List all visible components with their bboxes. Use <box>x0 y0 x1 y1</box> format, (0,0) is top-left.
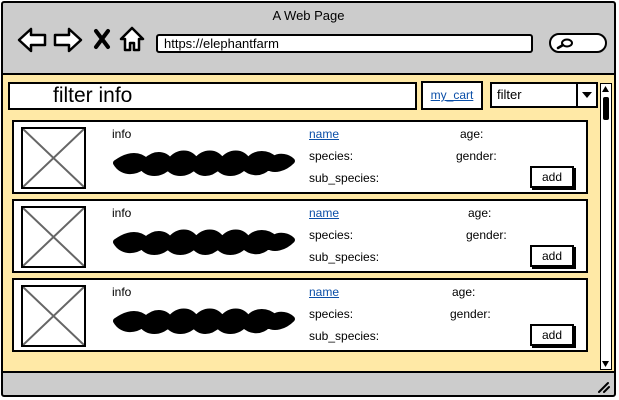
scribble-text-placeholder <box>113 229 295 255</box>
back-arrow-icon[interactable] <box>17 27 47 53</box>
resize-handle-icon[interactable] <box>597 381 611 393</box>
list-item: info name species: sub_species: age: gen… <box>12 199 588 273</box>
add-button[interactable]: add <box>530 166 574 188</box>
scroll-down-icon[interactable] <box>601 359 610 369</box>
list-item: info name species: sub_species: age: gen… <box>12 278 588 352</box>
search-icon <box>556 38 573 50</box>
add-button[interactable]: add <box>530 324 574 346</box>
scribble-text-placeholder <box>113 150 295 176</box>
image-placeholder <box>21 285 86 347</box>
browser-search[interactable] <box>549 33 607 53</box>
scroll-up-icon[interactable] <box>601 84 610 94</box>
forward-arrow-icon[interactable] <box>53 27 83 53</box>
address-bar[interactable]: https://elephantfarm <box>156 34 533 53</box>
subspecies-label: sub_species: <box>309 329 380 343</box>
scroll-thumb[interactable] <box>603 97 609 120</box>
info-label: info <box>112 127 132 141</box>
vertical-scrollbar[interactable] <box>600 83 612 370</box>
name-link[interactable]: name <box>309 206 339 220</box>
image-placeholder <box>21 127 86 189</box>
filter-dropdown[interactable]: filter <box>490 82 598 108</box>
list-item: info name species: sub_species: age: gen… <box>12 120 588 194</box>
page-content: filter info my_cart filter info name spe… <box>3 73 614 373</box>
name-link[interactable]: name <box>309 285 339 299</box>
species-label: species: <box>309 149 354 163</box>
scribble-text-placeholder <box>113 308 295 334</box>
subspecies-label: sub_species: <box>309 171 380 185</box>
age-label: age: <box>468 206 492 220</box>
add-button[interactable]: add <box>530 245 574 267</box>
gender-label: gender: <box>466 228 507 242</box>
filter-input[interactable]: filter info <box>8 82 417 110</box>
close-icon[interactable] <box>93 28 111 50</box>
window-title: A Web Page <box>272 8 345 23</box>
chevron-down-icon <box>576 84 596 106</box>
image-placeholder <box>21 206 86 268</box>
gender-label: gender: <box>456 149 497 163</box>
name-link[interactable]: name <box>309 127 339 141</box>
home-icon[interactable] <box>119 26 145 52</box>
subspecies-label: sub_species: <box>309 250 380 264</box>
species-label: species: <box>309 228 354 242</box>
age-label: age: <box>460 127 484 141</box>
filter-dropdown-value: filter <box>497 87 522 102</box>
info-label: info <box>112 206 132 220</box>
browser-window: A Web Page https://elephantfarm filter i… <box>1 1 616 397</box>
species-label: species: <box>309 307 354 321</box>
my-cart-link[interactable]: my_cart <box>421 81 483 110</box>
info-label: info <box>112 285 132 299</box>
age-label: age: <box>452 285 476 299</box>
gender-label: gender: <box>450 307 491 321</box>
